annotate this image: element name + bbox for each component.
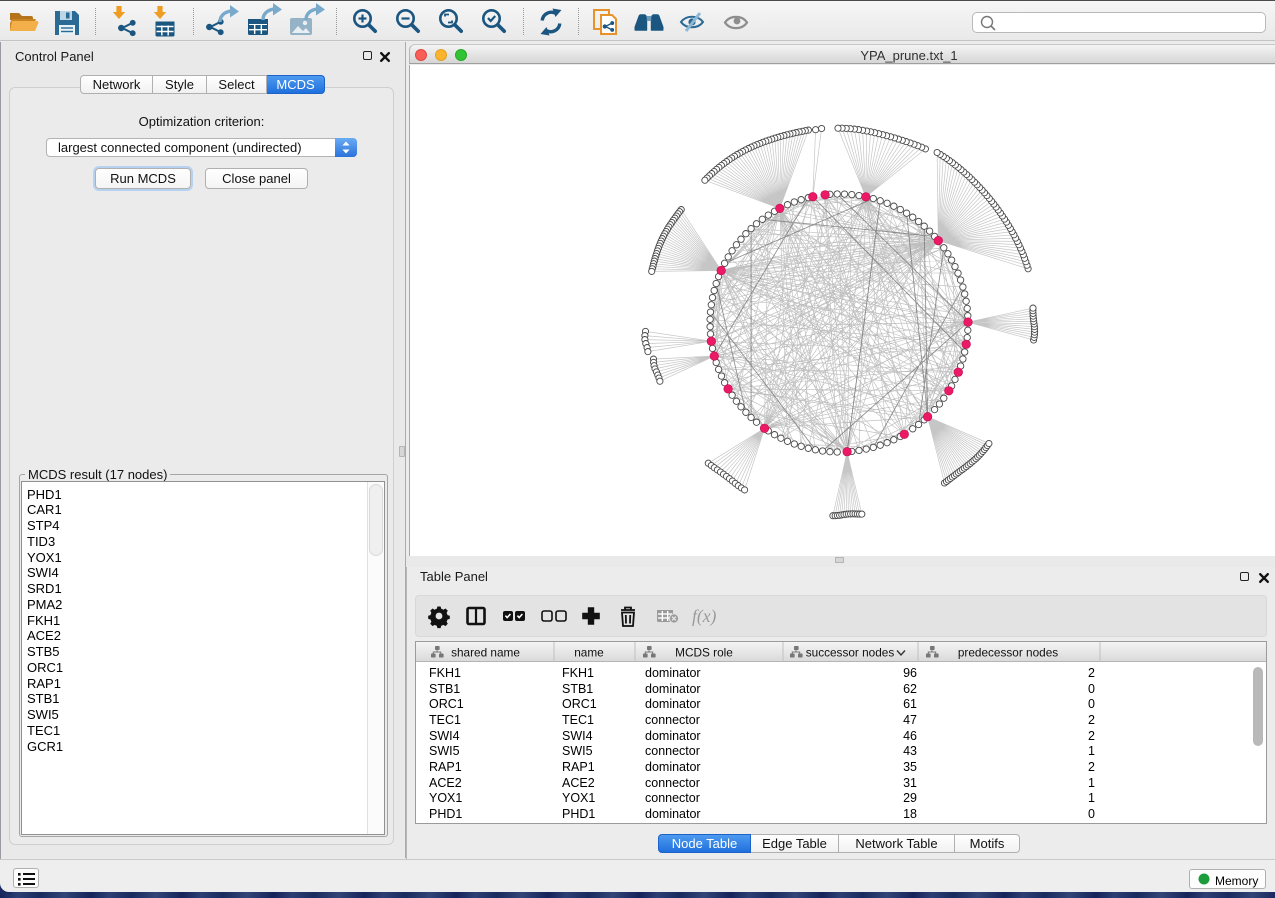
svg-text:predecessor nodes: predecessor nodes — [958, 646, 1058, 660]
svg-text:f(x): f(x) — [692, 606, 716, 626]
svg-text:successor nodes: successor nodes — [806, 646, 895, 660]
svg-text:name: name — [574, 646, 604, 660]
svg-text:MCDS role: MCDS role — [675, 646, 733, 660]
svg-text:shared name: shared name — [451, 646, 520, 660]
